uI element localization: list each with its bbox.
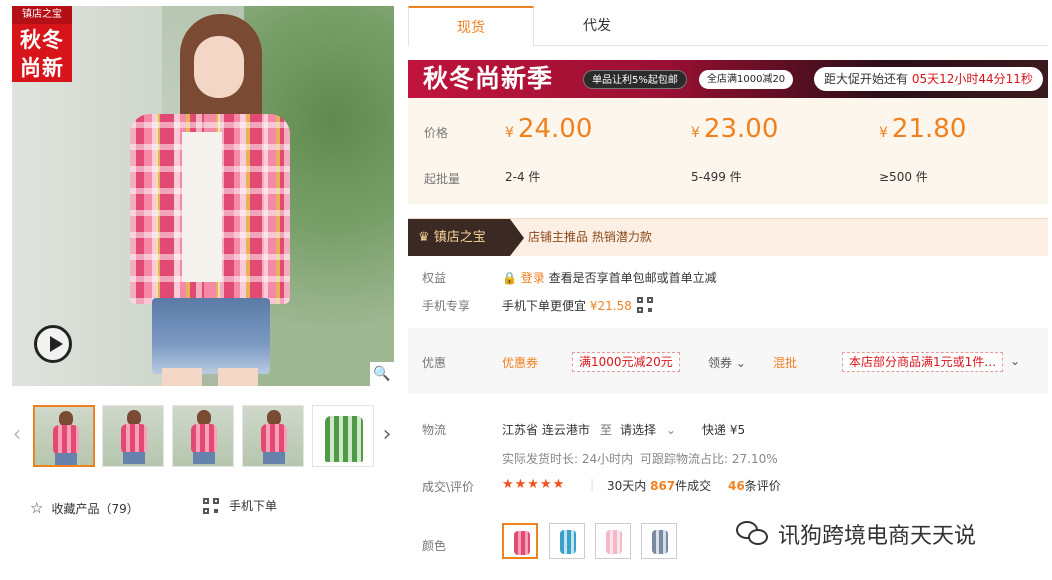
- tab-dropship[interactable]: 代发: [534, 6, 660, 46]
- mixed-batch-tag[interactable]: 本店部分商品满1元或1件…: [842, 352, 1004, 372]
- mobile-qr-icon[interactable]: [637, 297, 653, 313]
- model-leg-left: [162, 368, 202, 386]
- mobile-exclusive-price: ¥21.58: [589, 299, 632, 313]
- thumbnail-next-button[interactable]: ›: [380, 422, 394, 447]
- countdown: 距大促开始还有 05天12小时44分11秒: [814, 67, 1043, 91]
- favorite-button[interactable]: ☆ 收藏产品（79）: [30, 498, 139, 518]
- coupon-tag[interactable]: 满1000元减20元: [572, 352, 680, 372]
- countdown-time: 05天12小时44分11秒: [911, 72, 1033, 86]
- reviews-label: 成交\评价: [422, 480, 475, 494]
- rating-stars[interactable]: ★★★★★: [502, 477, 565, 492]
- thumbnail-2[interactable]: [102, 405, 164, 467]
- promo-badge: 镇店之宝 秋冬尚新: [12, 6, 72, 82]
- mobile-exclusive-label: 手机专享: [422, 299, 471, 313]
- wechat-icon: [736, 521, 770, 547]
- discount-panel: 优惠 优惠券 满1000元减20元 领券 ⌄ 混批 本店部分商品满1元或1件… …: [408, 328, 1048, 394]
- colors-label: 颜色: [422, 539, 447, 553]
- thumbnail-3[interactable]: [172, 405, 234, 467]
- magnifier-icon: 🔍: [373, 366, 391, 382]
- qr-code-icon: [203, 497, 219, 514]
- mixed-batch-label: 混批: [773, 356, 798, 370]
- price-tier-2: ¥23.00: [691, 114, 779, 144]
- qty-tier-2: 5-499 件: [691, 170, 742, 184]
- mobile-exclusive-text: 手机下单更便宜: [502, 299, 587, 313]
- favorite-label: 收藏产品（79）: [51, 501, 139, 516]
- store-treasure-badge: ♛ 镇店之宝: [408, 219, 524, 256]
- benefits-row: 🔒 登录 查看是否享首单包邮或首单立减: [502, 269, 717, 286]
- price-panel: 价格 起批量 ¥24.00 ¥23.00 ¥21.80 2-4 件 5-499 …: [408, 98, 1048, 204]
- store-treasure-tag: 镇店之宝: [12, 6, 72, 24]
- star-outline-icon: ☆: [30, 499, 44, 517]
- store-treasure-text: 店铺主推品 热销潜力款: [528, 230, 652, 244]
- color-swatch-4[interactable]: [641, 523, 677, 559]
- deals-count[interactable]: 30天内 867件成交: [607, 477, 711, 494]
- divider: |: [590, 477, 595, 491]
- destination-select[interactable]: 请选择 ⌄: [620, 421, 676, 438]
- coupon-label: 优惠券: [502, 356, 539, 370]
- benefits-text: 查看是否享首单包邮或首单立减: [548, 271, 717, 285]
- mobile-order-button[interactable]: 手机下单: [203, 497, 277, 514]
- qty-tier-1: 2-4 件: [505, 170, 541, 184]
- login-link[interactable]: 登录: [521, 271, 545, 285]
- zoom-button[interactable]: 🔍: [370, 362, 394, 386]
- lock-icon: 🔒: [502, 271, 517, 285]
- ship-time: 实际发货时长: 24小时内: [502, 452, 634, 466]
- chevron-down-icon: ⌄: [735, 356, 746, 370]
- white-undershirt: [182, 132, 222, 282]
- thumbnail-prev-button[interactable]: ‹: [10, 422, 24, 447]
- mobile-exclusive-row: 手机下单更便宜 ¥21.58: [502, 297, 632, 314]
- discount-label: 优惠: [422, 356, 447, 370]
- color-swatch-1[interactable]: [502, 523, 538, 559]
- model-leg-right: [218, 368, 258, 386]
- promo-banner[interactable]: 秋冬尚新季 单品让利5%起包邮 全店满1000减20 距大促开始还有 05天12…: [408, 60, 1048, 98]
- banner-title: 秋冬尚新季: [423, 64, 554, 93]
- thumbnail-4[interactable]: [242, 405, 304, 467]
- countdown-prefix: 距大促开始还有: [824, 72, 912, 86]
- ship-from: 江苏省 连云港市: [502, 423, 590, 437]
- price-label: 价格: [424, 126, 449, 140]
- wechat-watermark: 讯狗跨境电商天天说: [736, 518, 976, 550]
- ship-to-word: 至: [600, 423, 613, 437]
- model-face: [194, 36, 244, 98]
- review-count[interactable]: 46条评价: [728, 477, 781, 494]
- tab-spot-goods[interactable]: 现货: [408, 6, 534, 47]
- color-swatch-2[interactable]: [549, 523, 585, 559]
- logistics-label: 物流: [422, 423, 447, 437]
- thumbnail-1[interactable]: [33, 405, 95, 467]
- play-video-button[interactable]: [34, 325, 72, 363]
- mixed-expand-icon[interactable]: ⌄: [1010, 354, 1020, 368]
- purchase-tabs: 现货 代发: [408, 6, 1048, 47]
- trace-rate: 可跟踪物流占比: 27.10%: [640, 452, 778, 466]
- banner-pill-shipping: 单品让利5%起包邮: [583, 70, 687, 89]
- benefits-label: 权益: [422, 271, 447, 285]
- store-treasure-bar: ♛ 镇店之宝 店铺主推品 热销潜力款: [408, 218, 1048, 256]
- color-swatch-3[interactable]: [595, 523, 631, 559]
- watermark-text: 讯狗跨境电商天天说: [778, 524, 977, 549]
- get-coupon-button[interactable]: 领券 ⌄: [708, 354, 746, 371]
- price-tier-3: ¥21.80: [879, 114, 967, 144]
- mobile-order-label: 手机下单: [229, 499, 278, 513]
- crown-icon: ♛: [418, 230, 434, 245]
- banner-pill-discount: 全店满1000减20: [699, 70, 794, 89]
- denim-shorts: [152, 298, 270, 374]
- min-qty-label: 起批量: [424, 172, 461, 186]
- chevron-down-icon: ⌄: [665, 423, 676, 437]
- qty-tier-3: ≥500 件: [879, 170, 928, 184]
- season-text: 秋冬尚新: [20, 28, 64, 80]
- price-tier-1: ¥24.00: [505, 114, 593, 144]
- express-fee: 快递 ¥5: [702, 423, 746, 437]
- thumbnail-5[interactable]: [312, 405, 374, 467]
